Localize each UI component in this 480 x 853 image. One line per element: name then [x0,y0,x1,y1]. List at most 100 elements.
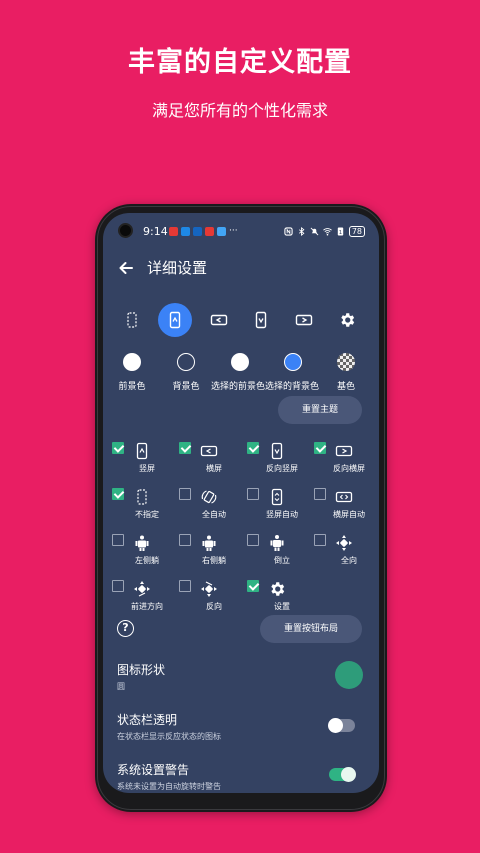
landscape-icon [210,314,228,326]
option-checkbox[interactable] [179,488,191,500]
option-reverse-direction[interactable]: 反向 [179,580,239,616]
nfc-icon [284,227,293,236]
option-portrait[interactable]: 竖屏 [112,442,172,478]
toggle-knob [328,718,343,733]
mode-unspecified-button[interactable] [115,303,149,337]
reset-button-layout-button[interactable]: 重置按钮布局 [260,615,362,643]
option-forward-direction[interactable]: 前进方向 [112,580,172,616]
forward-direction-icon [134,581,150,597]
option-label: 倒立 [274,556,290,565]
promo-subtitle: 满足您所有的个性化需求 [151,101,328,120]
app-bar: 详细设置 [103,253,379,283]
option-checkbox[interactable] [314,488,326,500]
camera-hole [118,223,133,238]
auto-rotate-icon [201,490,217,504]
base-color-item[interactable]: 基色 [291,353,379,392]
status-time: 9:14 [143,225,168,238]
omnidirectional-icon [336,535,352,551]
landscape-icon [200,445,218,457]
reverse-portrait-icon [271,442,283,460]
option-landscape-auto[interactable]: 横屏自动 [314,488,374,524]
option-checkbox[interactable] [112,534,124,546]
system-warning-toggle[interactable] [329,767,356,782]
option-label: 设置 [274,602,290,611]
base-color-swatch[interactable] [337,353,355,371]
option-label: 全自动 [202,510,226,519]
option-label: 右侧躺 [202,556,226,565]
option-checkbox[interactable] [179,580,191,592]
mode-landscape-button[interactable] [202,303,236,337]
page-title: 详细设置 [147,259,208,277]
status-bar-transparent-toggle[interactable] [328,718,355,733]
upside-down-icon [270,535,284,551]
portrait-auto-icon [271,488,283,506]
option-checkbox[interactable] [247,488,259,500]
svg-text:1: 1 [339,230,342,236]
reverse-portrait-icon [255,311,267,329]
notification-icon [181,227,190,236]
option-lie-right[interactable]: 右侧躺 [179,534,239,570]
help-icon[interactable]: ? [117,620,134,637]
status-bar: 9:14 ··· 1 78 [103,213,379,243]
option-checkbox[interactable] [247,580,259,592]
icon-shape-setting[interactable]: 图标形状 圆 [117,661,367,692]
notification-icon [193,227,202,236]
option-reverse-landscape[interactable]: 反向横屏 [314,442,374,478]
more-notifications-icon: ··· [229,226,238,236]
option-upside-down[interactable]: 倒立 [247,534,307,570]
mode-reverse-portrait-button[interactable] [244,303,278,337]
notification-icon [205,227,214,236]
reset-theme-button[interactable]: 重置主题 [278,396,362,424]
status-bar-transparent-desc: 在状态栏显示反应状态的图标 [117,732,221,741]
option-label: 前进方向 [131,602,163,611]
option-checkbox[interactable] [314,534,326,546]
option-checkbox[interactable] [112,580,124,592]
option-unspecified[interactable]: 不指定 [112,488,172,524]
base-color-label: 基色 [336,382,355,392]
system-icons: 1 78 [284,226,365,237]
option-reverse-portrait[interactable]: 反向竖屏 [247,442,307,478]
option-label: 反向竖屏 [266,464,298,473]
portrait-icon [169,311,181,329]
option-landscape[interactable]: 横屏 [179,442,239,478]
promo-title: 丰富的自定义配置 [128,47,352,78]
option-label: 横屏自动 [333,510,365,519]
option-checkbox[interactable] [247,534,259,546]
lie-right-icon [202,535,216,551]
icon-shape-preview[interactable] [335,661,363,689]
option-label: 竖屏自动 [266,510,298,519]
gear-icon [341,313,355,327]
option-label: 左侧躺 [135,556,159,565]
option-label: 横屏 [206,464,222,473]
option-gear[interactable]: 设置 [247,580,307,616]
sim-icon: 1 [337,227,344,236]
option-portrait-auto[interactable]: 竖屏自动 [247,488,307,524]
reverse-landscape-icon [295,314,313,326]
option-checkbox[interactable] [112,442,124,454]
option-lie-left[interactable]: 左侧躺 [112,534,172,570]
notification-icon [169,227,178,236]
option-checkbox[interactable] [112,488,124,500]
option-checkbox[interactable] [247,442,259,454]
mode-settings-button[interactable] [330,303,364,337]
landscape-auto-icon [335,491,353,503]
arrow-left-icon[interactable] [117,259,135,277]
option-checkbox[interactable] [179,534,191,546]
mode-reverse-landscape-button[interactable] [287,303,321,337]
option-label: 不指定 [135,510,159,519]
notification-icons: ··· [169,227,238,236]
option-checkbox[interactable] [314,442,326,454]
lie-left-icon [135,535,149,551]
option-omnidirectional[interactable]: 全向 [314,534,374,570]
option-auto-rotate[interactable]: 全自动 [179,488,239,524]
reverse-landscape-icon [335,445,353,457]
toggle-knob [341,767,356,782]
option-checkbox[interactable] [179,442,191,454]
mode-portrait-button[interactable] [158,303,192,337]
wifi-icon [322,228,332,236]
mute-icon [310,227,319,236]
notification-icon [217,227,226,236]
reverse-direction-icon [201,581,217,597]
selected-foreground-color-label: 选择的前景色 [211,382,266,392]
icon-shape-value: 圆 [117,682,125,691]
